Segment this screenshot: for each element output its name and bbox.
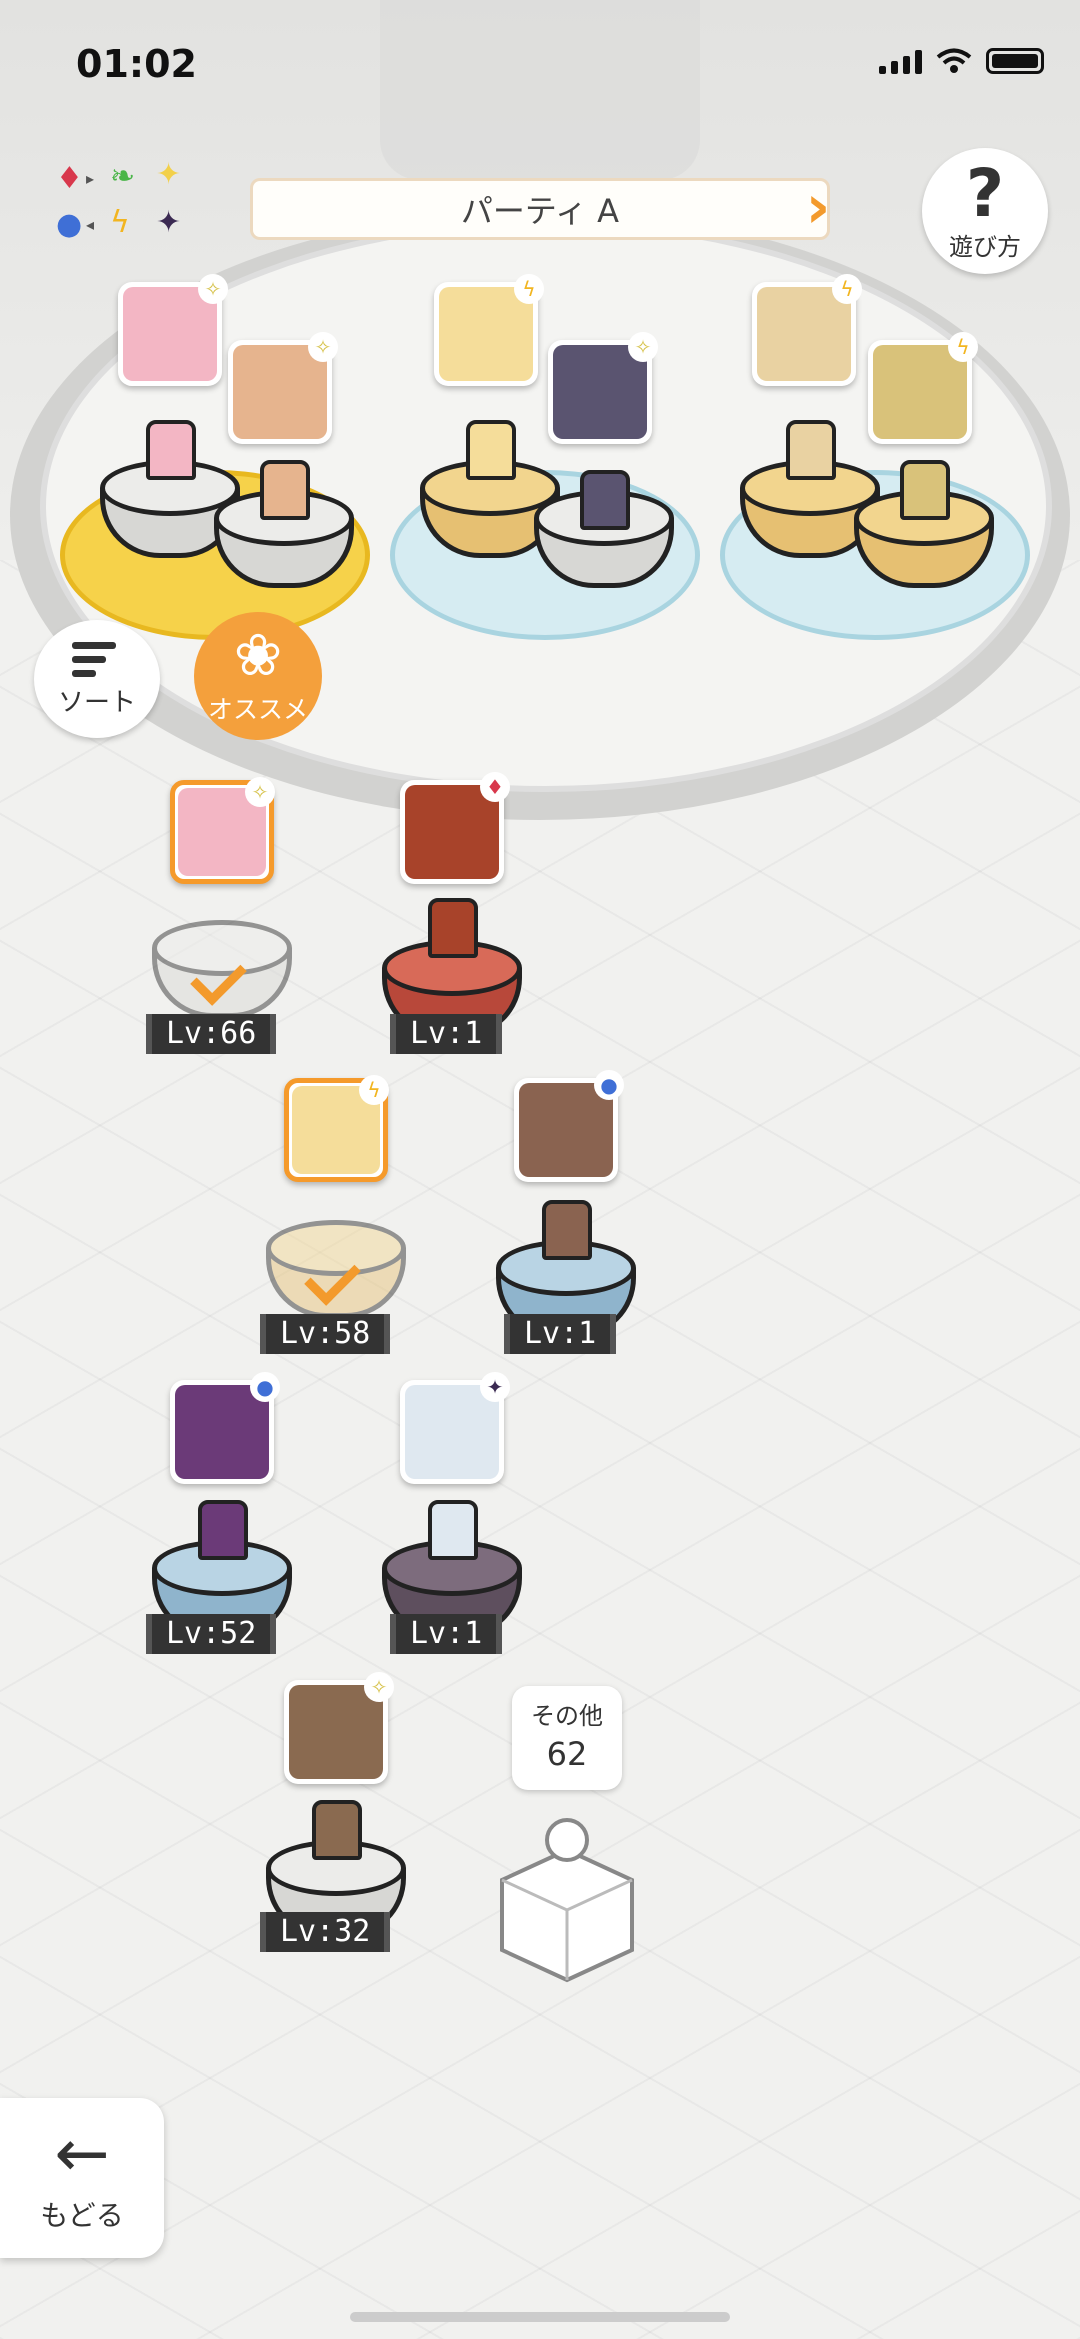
others-label: その他	[531, 1702, 603, 1730]
character-sprite	[312, 1800, 362, 1860]
level-label: Lv:58	[260, 1314, 391, 1354]
roster-portrait[interactable]: ●	[170, 1372, 280, 1484]
back-button[interactable]: ← もどる	[0, 2098, 164, 2258]
character-face	[233, 345, 327, 439]
character-face	[553, 345, 647, 439]
signal-icon	[879, 50, 922, 74]
element-badge-icon: ●	[250, 1372, 280, 1402]
element-badge-icon: ϟ	[514, 274, 544, 304]
element-chart[interactable]: ♦ ▸ ❧ ✦ ● ◂ ϟ ✦	[56, 160, 196, 250]
party-title: パーティ A	[250, 178, 830, 240]
character-face	[175, 1385, 269, 1479]
character-face	[439, 287, 533, 381]
character-sprite	[786, 420, 836, 480]
element-badge-icon: ϟ	[832, 274, 862, 304]
roster-portrait[interactable]: ✦	[400, 1372, 510, 1484]
flower-icon: ❀	[233, 621, 283, 689]
party-member-portrait[interactable]: ϟ	[868, 332, 978, 444]
sort-icon	[72, 642, 122, 682]
character-sprite	[900, 460, 950, 520]
element-badge-icon: ♦	[480, 772, 510, 802]
recommend-label: オススメ	[207, 695, 308, 724]
arrow-icon: ▸	[86, 169, 95, 188]
back-label: もどる	[40, 2199, 124, 2232]
help-button[interactable]: ? 遊び方	[922, 148, 1048, 274]
level-label: Lv:1	[504, 1314, 617, 1354]
character-sprite	[146, 420, 196, 480]
water-element-icon: ●	[56, 207, 83, 242]
element-badge-icon: ●	[594, 1070, 624, 1100]
character-sprite	[260, 460, 310, 520]
element-badge-icon: ✧	[198, 274, 228, 304]
status-time: 01:02	[76, 42, 197, 86]
help-label: 遊び方	[949, 232, 1021, 261]
roster-portrait[interactable]: ♦	[400, 772, 510, 884]
sort-button[interactable]: ソート	[34, 620, 160, 738]
party-member-portrait[interactable]: ✧	[548, 332, 658, 444]
character-face	[405, 785, 499, 879]
level-label: Lv:32	[260, 1912, 391, 1952]
party-member-portrait[interactable]: ✧	[228, 332, 338, 444]
level-label: Lv:52	[146, 1614, 277, 1654]
next-party-button[interactable]: ›	[800, 176, 836, 242]
home-indicator[interactable]	[350, 2312, 730, 2322]
character-sprite	[580, 470, 630, 530]
character-sprite	[428, 898, 478, 958]
element-badge-icon: ✦	[480, 1372, 510, 1402]
character-sprite	[198, 1500, 248, 1560]
roster-portrait[interactable]: ϟ	[284, 1075, 389, 1182]
wifi-icon	[936, 48, 972, 73]
party-member-portrait[interactable]: ϟ	[752, 274, 862, 386]
element-badge-icon: ✧	[628, 332, 658, 362]
element-badge-icon: ϟ	[948, 332, 978, 362]
thunder-element-icon: ϟ	[110, 205, 130, 240]
light-element-icon: ✦	[156, 157, 182, 192]
character-face	[289, 1685, 383, 1779]
roster-portrait[interactable]: ✧	[284, 1672, 394, 1784]
others-count: 62	[546, 1735, 588, 1773]
battery-icon	[986, 48, 1044, 74]
party-member-portrait[interactable]: ϟ	[434, 274, 544, 386]
back-arrow-icon: ←	[54, 2115, 110, 2192]
level-label: Lv:1	[390, 1014, 503, 1054]
level-label: Lv:66	[146, 1014, 277, 1054]
level-label: Lv:1	[390, 1614, 503, 1654]
roster-portrait[interactable]: ✧	[170, 777, 275, 884]
background-arch	[380, 0, 700, 180]
character-face	[123, 287, 217, 381]
character-face	[405, 1385, 499, 1479]
character-face	[873, 345, 967, 439]
element-badge-icon: ✧	[245, 777, 275, 807]
element-badge-icon: ✧	[308, 332, 338, 362]
empty-slot-icon[interactable]	[492, 1810, 642, 1985]
character-sprite	[428, 1500, 478, 1560]
wind-element-icon: ❧	[110, 159, 136, 194]
roster-portrait[interactable]: ●	[514, 1070, 624, 1182]
question-icon: ?	[965, 154, 1005, 232]
character-face	[519, 1083, 613, 1177]
others-count-bubble[interactable]: その他 62	[512, 1686, 622, 1790]
party-member-portrait[interactable]: ✧	[118, 274, 228, 386]
status-icons	[879, 48, 1044, 74]
element-badge-icon: ✧	[364, 1672, 394, 1702]
character-face	[757, 287, 851, 381]
dark-element-icon: ✦	[156, 205, 182, 240]
floor-pattern	[0, 560, 1080, 2339]
arrow-icon: ◂	[86, 215, 95, 234]
recommend-button[interactable]: ❀ オススメ	[194, 612, 322, 740]
fire-element-icon: ♦	[56, 161, 83, 196]
character-sprite	[466, 420, 516, 480]
sort-label: ソート	[57, 688, 136, 718]
element-badge-icon: ϟ	[359, 1075, 389, 1105]
character-sprite	[542, 1200, 592, 1260]
